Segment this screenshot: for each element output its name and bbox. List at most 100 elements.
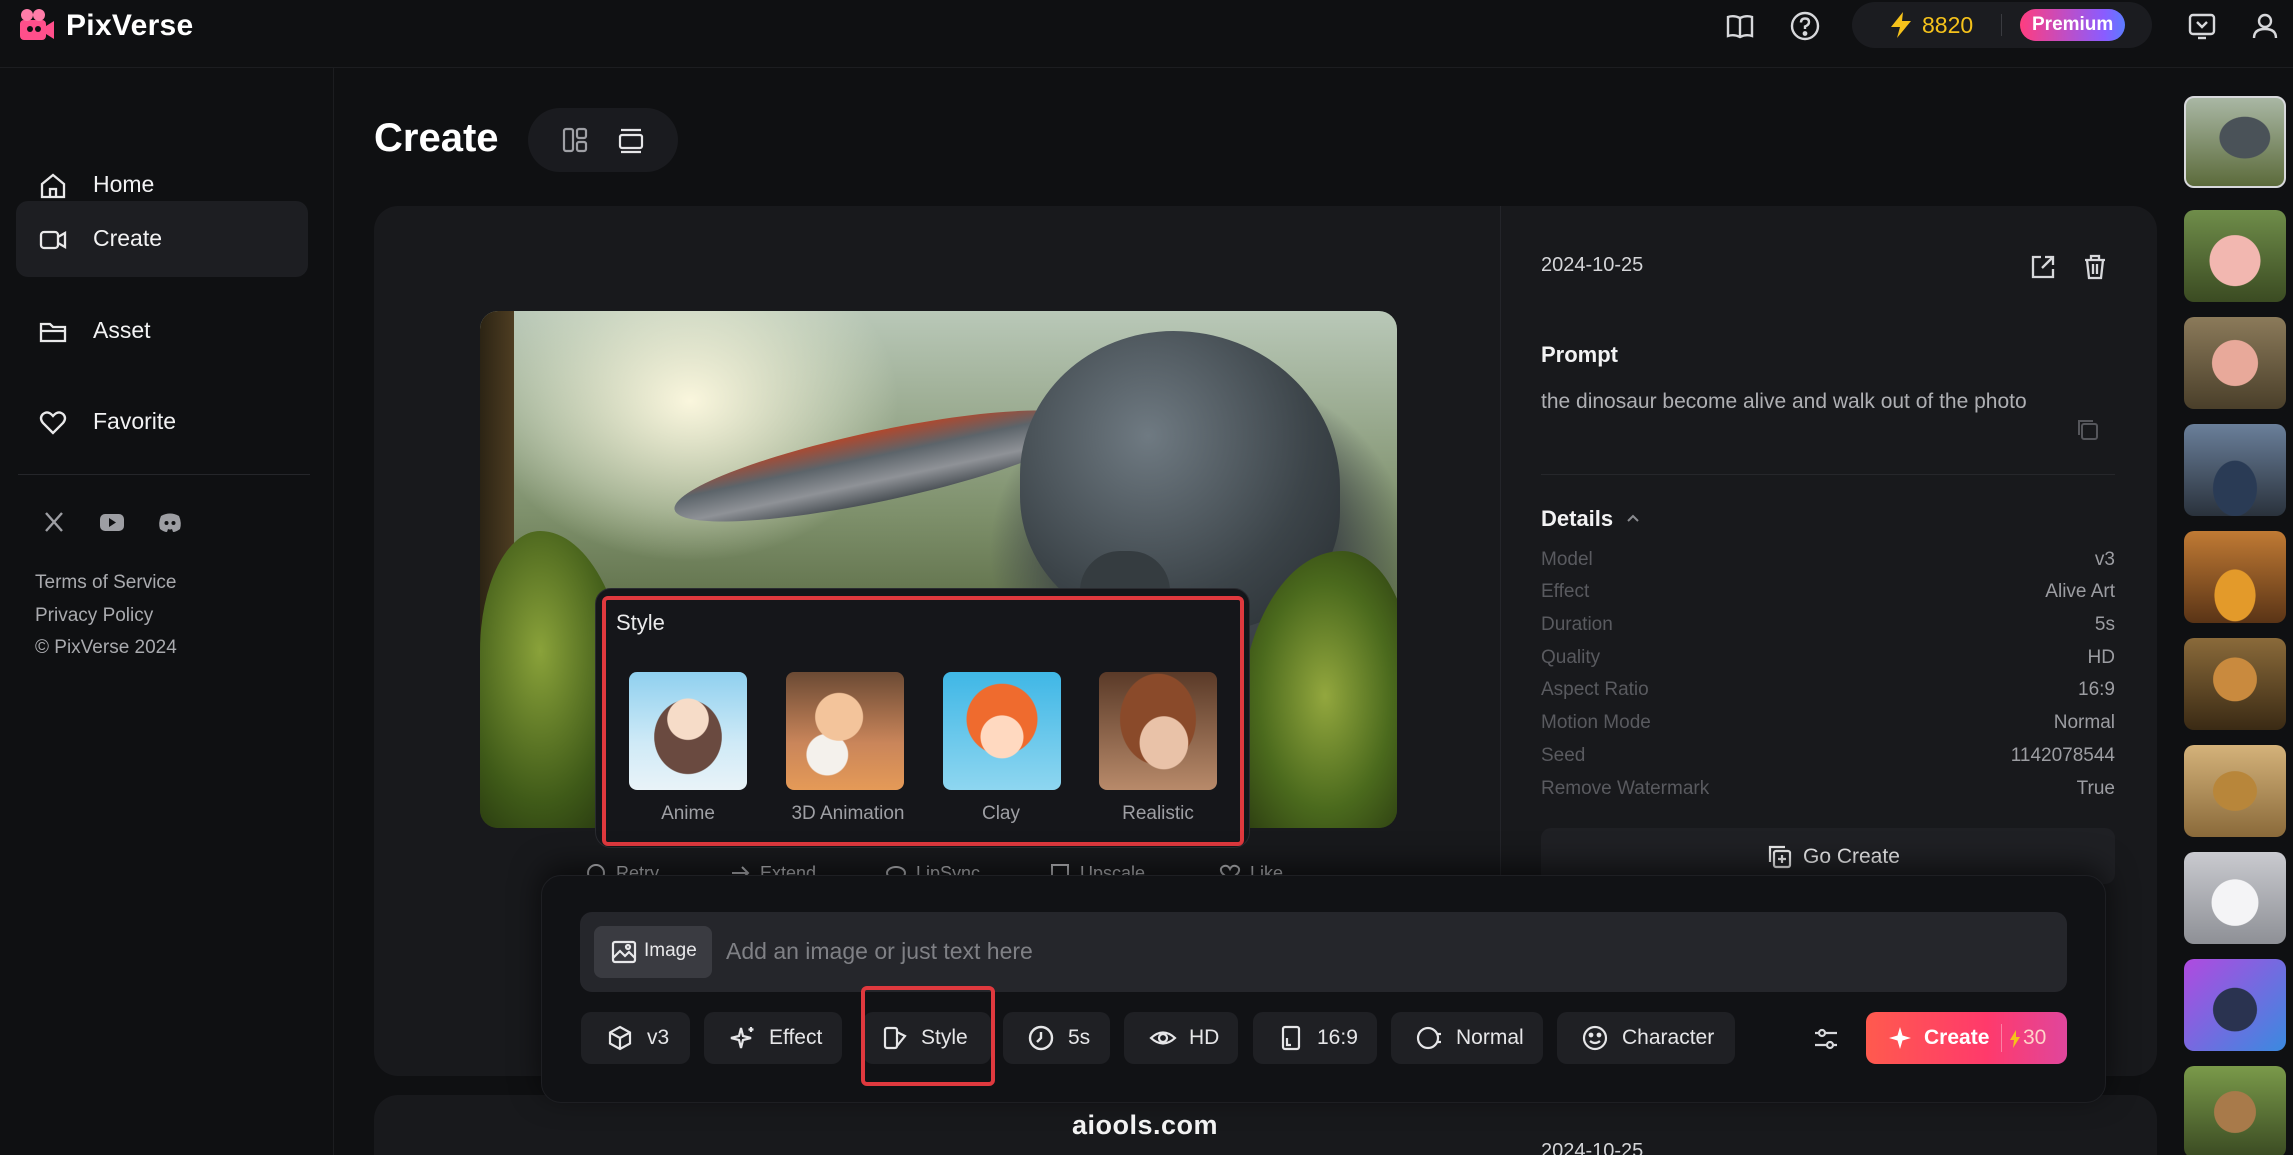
image-button-label: Image [644, 940, 697, 961]
create-cost: 30 [2023, 1026, 2047, 1049]
premium-badge[interactable]: Premium [2020, 9, 2126, 41]
go-create-icon [1768, 845, 1792, 869]
history-thumbnail[interactable] [2184, 852, 2286, 944]
brand[interactable]: PixVerse [16, 6, 194, 46]
eye-icon [1149, 1031, 1177, 1045]
generation-date: 2024-10-25 [1541, 254, 1644, 276]
history-thumbnail[interactable] [2184, 210, 2286, 302]
detail-key: Aspect Ratio [1541, 679, 1649, 700]
detail-value: Alive Art [2045, 581, 2115, 602]
aspect-ratio-icon [1281, 1025, 1301, 1051]
quality-chip[interactable] [1124, 1012, 1238, 1064]
page-title: Create [374, 116, 499, 160]
pill-divider [2001, 14, 2002, 36]
history-thumbnail[interactable] [2184, 424, 2286, 516]
sidebar-item-create[interactable]: Create [16, 201, 308, 277]
chevron-up-icon[interactable] [1622, 508, 1644, 530]
sidebar-item-label: Create [93, 225, 163, 251]
effect-chip-label: Effect [769, 1026, 823, 1049]
sidebar-divider [18, 474, 310, 475]
credits-pill[interactable]: 8820 Premium [1852, 2, 2152, 48]
x-icon[interactable] [40, 508, 68, 536]
detail-row-seed: Seed 1142078544 [1541, 745, 2115, 775]
history-thumbnail[interactable] [2184, 96, 2286, 188]
sidebar-item-label: Home [93, 171, 155, 197]
detail-key: Effect [1541, 581, 1590, 602]
create-divider [2001, 1024, 2002, 1052]
list-view-icon[interactable] [616, 125, 646, 155]
create-button-label: Create [1924, 1026, 1990, 1049]
sidebar-item-favorite[interactable]: Favorite [16, 384, 308, 460]
pixverse-logo-icon [20, 9, 54, 40]
copy-icon[interactable] [2074, 416, 2102, 444]
detail-key: Model [1541, 549, 1593, 570]
help-icon[interactable] [1789, 10, 1821, 42]
book-icon[interactable] [1724, 10, 1756, 42]
detail-value: True [2076, 778, 2115, 799]
sidebar-item-label: Favorite [93, 408, 177, 434]
aspect-ratio-chip-label: 16:9 [1317, 1026, 1358, 1049]
sidebar: Home Create Asset Favorite Terms of Serv… [0, 68, 334, 1155]
terms-link[interactable]: Terms of Service [35, 572, 176, 594]
discord-icon[interactable] [156, 508, 184, 536]
duration-chip[interactable] [1003, 1012, 1110, 1064]
brand-name: PixVerse [66, 9, 194, 42]
aspect-ratio-chip[interactable] [1253, 1012, 1377, 1064]
detail-key: Quality [1541, 647, 1601, 668]
home-icon [40, 173, 66, 199]
detail-row-aspect-ratio: Aspect Ratio 16:9 [1541, 679, 2115, 709]
sparkle-icon [730, 1027, 754, 1049]
cube-icon [608, 1025, 632, 1051]
detail-value: 16:9 [2078, 679, 2115, 700]
sparkle-icon [1889, 1027, 1911, 1049]
generation-card [374, 1095, 2157, 1155]
detail-row-quality: Quality HD [1541, 647, 2115, 677]
history-thumbnail[interactable] [2184, 531, 2286, 623]
smiley-icon [1582, 1025, 1608, 1051]
prompt-placeholder: Add an image or just text here [726, 938, 1033, 964]
go-create-label: Go Create [1803, 845, 1900, 868]
settings-sliders-icon[interactable] [1811, 1024, 1841, 1054]
youtube-icon[interactable] [98, 508, 126, 536]
sidebar-item-asset[interactable]: Asset [16, 293, 308, 369]
detail-row-duration: Duration 5s [1541, 614, 2115, 644]
privacy-link[interactable]: Privacy Policy [35, 605, 153, 627]
notification-icon[interactable] [2186, 10, 2218, 42]
generation-date: 2024-10-25 [1541, 1140, 1644, 1155]
details-heading[interactable]: Details [1541, 506, 1613, 532]
model-chip[interactable] [581, 1012, 690, 1064]
prompt-divider [1541, 474, 2115, 475]
detail-row-model: Model v3 [1541, 549, 2115, 579]
image-icon [611, 940, 637, 964]
copyright-text: © PixVerse 2024 [35, 637, 177, 658]
history-thumbnail[interactable] [2184, 745, 2286, 837]
share-icon[interactable] [2028, 252, 2058, 282]
history-thumbnail[interactable] [2184, 1066, 2286, 1155]
style-chip-highlight [861, 986, 995, 1086]
view-toggle [528, 108, 678, 172]
clock-icon [1028, 1025, 1054, 1051]
duration-chip-label: 5s [1068, 1026, 1091, 1049]
detail-value: Normal [2053, 712, 2115, 733]
sidebar-item-label: Asset [93, 317, 151, 343]
quality-chip-label: HD [1189, 1026, 1220, 1049]
history-thumbnail[interactable] [2184, 959, 2286, 1051]
history-thumbnail[interactable] [2184, 317, 2286, 409]
detail-value: HD [2087, 647, 2115, 668]
credits-count: 8820 [1922, 12, 1974, 38]
user-icon[interactable] [2249, 10, 2281, 42]
watermark-text: aiools.com [1072, 1110, 1219, 1140]
video-camera-icon [39, 230, 67, 250]
detail-key: Motion Mode [1541, 712, 1651, 733]
grid-view-icon[interactable] [560, 125, 590, 155]
bolt-icon [1891, 12, 1911, 38]
detail-key: Duration [1541, 614, 1613, 635]
detail-row-motion-mode: Motion Mode Normal [1541, 712, 2115, 742]
motion-mode-chip-label: Normal [1456, 1026, 1524, 1049]
heart-icon [39, 411, 67, 435]
prompt-text: the dinosaur become alive and walk out o… [1541, 390, 2027, 413]
detail-row-effect: Effect Alive Art [1541, 581, 2115, 611]
motion-icon [1416, 1026, 1441, 1050]
history-thumbnail[interactable] [2184, 638, 2286, 730]
trash-icon[interactable] [2080, 252, 2110, 282]
